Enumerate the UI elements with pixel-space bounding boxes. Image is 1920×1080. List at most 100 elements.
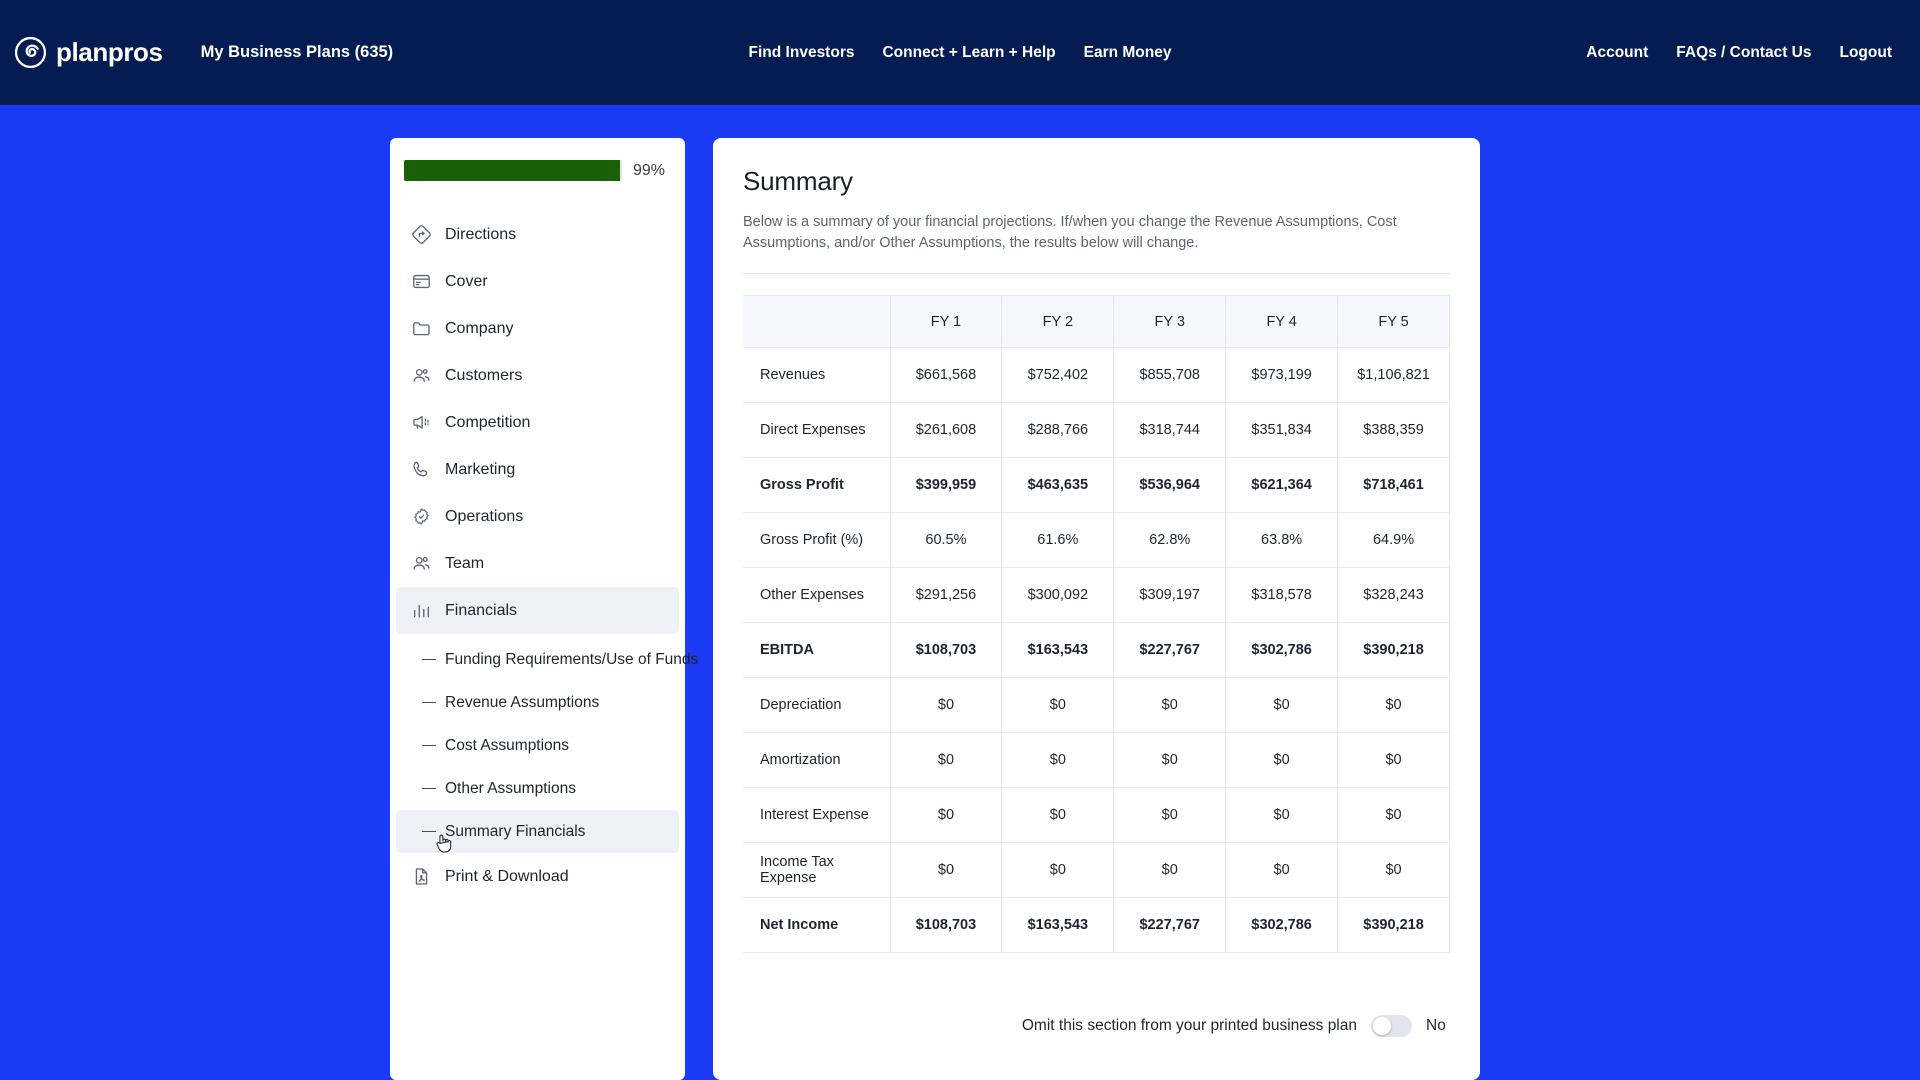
bar-chart-icon	[410, 600, 432, 622]
table-cell-value: $163,543	[1001, 897, 1115, 953]
sidebar-item-competition[interactable]: Competition	[396, 399, 679, 446]
table-cell-value: $536,964	[1113, 457, 1227, 513]
table-cell-value: $318,578	[1225, 567, 1339, 623]
progress-percent-label: 99%	[633, 161, 666, 179]
sidebar-subitem-cost-assumptions[interactable]: Cost Assumptions	[396, 724, 679, 767]
nav-link-faqs-contact[interactable]: FAQs / Contact Us	[1676, 44, 1811, 62]
sidebar-item-customers[interactable]: Customers	[396, 352, 679, 399]
table-cell-value: $0	[1001, 677, 1115, 733]
table-cell-value: $302,786	[1225, 622, 1339, 678]
gear-check-icon	[410, 506, 432, 528]
omit-section-control: Omit this section from your printed busi…	[743, 1015, 1450, 1037]
table-cell-value: $108,703	[889, 622, 1003, 678]
sidebar-subitem-label: Other Assumptions	[445, 779, 576, 797]
summary-panel: Summary Below is a summary of your finan…	[713, 138, 1480, 1080]
sidebar-item-company[interactable]: Company	[396, 305, 679, 352]
sidebar-item-print-download[interactable]: Print & Download	[396, 853, 679, 900]
directions-diamond-icon	[410, 224, 432, 246]
brand-name: planpros	[56, 37, 163, 67]
table-cell-value: $351,834	[1225, 402, 1339, 458]
nav-link-find-investors[interactable]: Find Investors	[749, 44, 855, 62]
table-row: Revenues $661,568 $752,402 $855,708 $973,199…	[743, 347, 1450, 403]
table-cell-value: $0	[1225, 677, 1339, 733]
omit-section-label: Omit this section from your printed busi…	[1021, 1017, 1357, 1034]
divider	[743, 273, 1450, 274]
account-nav: Account FAQs / Contact Us Logout	[1586, 44, 1892, 62]
table-cell-value: 60.5%	[889, 512, 1003, 568]
sidebar-subitem-revenue-assumptions[interactable]: Revenue Assumptions	[396, 681, 679, 724]
cover-card-icon	[410, 271, 432, 293]
progress-track	[404, 160, 622, 181]
table-row: Amortization $0 $0 $0 $0 $0	[743, 732, 1450, 788]
nav-link-logout[interactable]: Logout	[1839, 44, 1892, 62]
sidebar-item-cover[interactable]: Cover	[396, 258, 679, 305]
sidebar-item-label: Company	[445, 319, 514, 337]
dash-bullet-icon	[422, 830, 436, 833]
sidebar-item-team[interactable]: Team	[396, 540, 679, 587]
sidebar-item-label: Financials	[445, 601, 518, 619]
omit-section-toggle[interactable]	[1371, 1015, 1412, 1037]
table-cell-value: 64.9%	[1337, 512, 1450, 568]
nav-link-earn-money[interactable]: Earn Money	[1084, 44, 1172, 62]
table-cell-value: $0	[1225, 732, 1339, 788]
table-cell-value: $0	[1001, 787, 1115, 843]
table-cell-value: $661,568	[889, 347, 1003, 403]
sidebar-subitem-label: Cost Assumptions	[445, 736, 570, 754]
progress-fill	[404, 160, 620, 181]
table-cell-value: $0	[1001, 732, 1115, 788]
table-cell-value: $0	[1337, 732, 1450, 788]
table-header: FY 1 FY 2 FY 3 FY 4 FY 5	[743, 295, 1450, 348]
table-corner-cell	[743, 295, 891, 348]
table-cell-value: $288,766	[1001, 402, 1115, 458]
table-row: Income Tax Expense $0 $0 $0 $0 $0	[743, 842, 1450, 898]
table-row-label: Gross Profit (%)	[743, 512, 891, 568]
nav-link-account[interactable]: Account	[1586, 44, 1648, 62]
sidebar-subitem-other-assumptions[interactable]: Other Assumptions	[396, 767, 679, 810]
toggle-knob	[1373, 1017, 1391, 1035]
table-cell-value: $0	[889, 677, 1003, 733]
table-row-label: Income Tax Expense	[743, 842, 891, 898]
table-cell-value: $390,218	[1337, 897, 1450, 953]
plan-progress: 99%	[390, 160, 685, 181]
table-cell-value: $0	[889, 732, 1003, 788]
table-col-header: FY 4	[1225, 295, 1339, 348]
table-row-label: Revenues	[743, 347, 891, 403]
sidebar-item-directions[interactable]: Directions	[396, 211, 679, 258]
table-col-header: FY 3	[1113, 295, 1227, 348]
sidebar-item-operations[interactable]: Operations	[396, 493, 679, 540]
sidebar-item-financials[interactable]: Financials	[396, 587, 679, 634]
table-cell-value: $0	[1113, 677, 1227, 733]
top-navbar: planpros My Business Plans (635) Find In…	[0, 0, 1920, 105]
nav-link-connect-learn-help[interactable]: Connect + Learn + Help	[882, 44, 1055, 62]
pdf-file-icon	[410, 866, 432, 888]
table-cell-value: $0	[1337, 787, 1450, 843]
sidebar-item-label: Team	[445, 554, 485, 572]
sidebar-item-marketing[interactable]: Marketing	[396, 446, 679, 493]
table-cell-value: $261,608	[889, 402, 1003, 458]
sidebar-subitem-funding-requirements[interactable]: Funding Requirements/Use of Funds	[396, 638, 698, 681]
table-row-label: EBITDA	[743, 622, 891, 678]
table-row-label: Amortization	[743, 732, 891, 788]
table-cell-value: $855,708	[1113, 347, 1227, 403]
dash-bullet-icon	[422, 701, 436, 704]
table-cell-value: $302,786	[1225, 897, 1339, 953]
table-row: Interest Expense $0 $0 $0 $0 $0	[743, 787, 1450, 843]
sidebar-subitem-label: Revenue Assumptions	[445, 693, 600, 711]
table-cell-value: $0	[1225, 787, 1339, 843]
financial-summary-table: FY 1 FY 2 FY 3 FY 4 FY 5 Revenues $661,568 $75…	[743, 295, 1450, 953]
page-description: Below is a summary of your financial pro…	[743, 214, 1397, 251]
table-cell-value: $0	[1113, 842, 1227, 898]
sidebar-subitem-summary-financials[interactable]: Summary Financials	[396, 810, 679, 853]
sidebar-item-label: Marketing	[445, 460, 516, 478]
dash-bullet-icon	[422, 787, 436, 790]
table-col-header: FY 1	[889, 295, 1003, 348]
table-cell-value: 63.8%	[1225, 512, 1339, 568]
table-cell-value: $108,703	[889, 897, 1003, 953]
table-cell-value: $0	[1001, 842, 1115, 898]
sidebar-item-label: Cover	[445, 272, 488, 290]
brand-logo[interactable]: planpros	[14, 36, 163, 69]
sidebar: 99% Directions Cover Company Customers C…	[390, 138, 698, 1080]
table-cell-value: $973,199	[1225, 347, 1339, 403]
plan-title[interactable]: My Business Plans (635)	[201, 43, 394, 62]
table-row: Gross Profit (%) 60.5% 61.6% 62.8% 63.8% 64.9…	[743, 512, 1450, 568]
